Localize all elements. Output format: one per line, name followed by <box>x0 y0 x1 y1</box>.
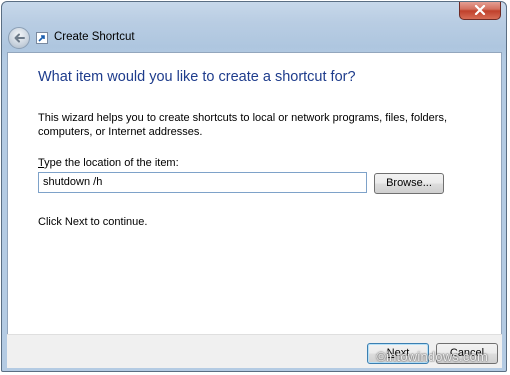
location-label: Type the location of the item: <box>38 157 179 169</box>
close-icon <box>474 5 486 15</box>
location-label-text: ype the location of the item: <box>44 157 179 169</box>
wizard-footer: Next Cancel ©intowindows.com <box>7 334 502 368</box>
back-button[interactable] <box>8 27 30 49</box>
browse-button[interactable]: Browse... <box>374 173 444 194</box>
title-bar: Create Shortcut <box>2 2 506 52</box>
window-title: Create Shortcut <box>54 31 135 43</box>
back-arrow-icon <box>14 33 25 43</box>
continue-instruction: Click Next to continue. <box>38 216 148 228</box>
location-input[interactable]: shutdown /h <box>38 172 367 193</box>
wizard-description: This wizard helps you to create shortcut… <box>38 112 448 138</box>
close-button[interactable] <box>459 2 501 20</box>
watermark: ©intowindows.com <box>376 349 488 364</box>
shortcut-icon <box>36 32 48 44</box>
create-shortcut-window: Create Shortcut What item would you like… <box>1 1 507 372</box>
wizard-content: What item would you like to create a sho… <box>7 52 502 334</box>
page-heading: What item would you like to create a sho… <box>38 69 356 85</box>
